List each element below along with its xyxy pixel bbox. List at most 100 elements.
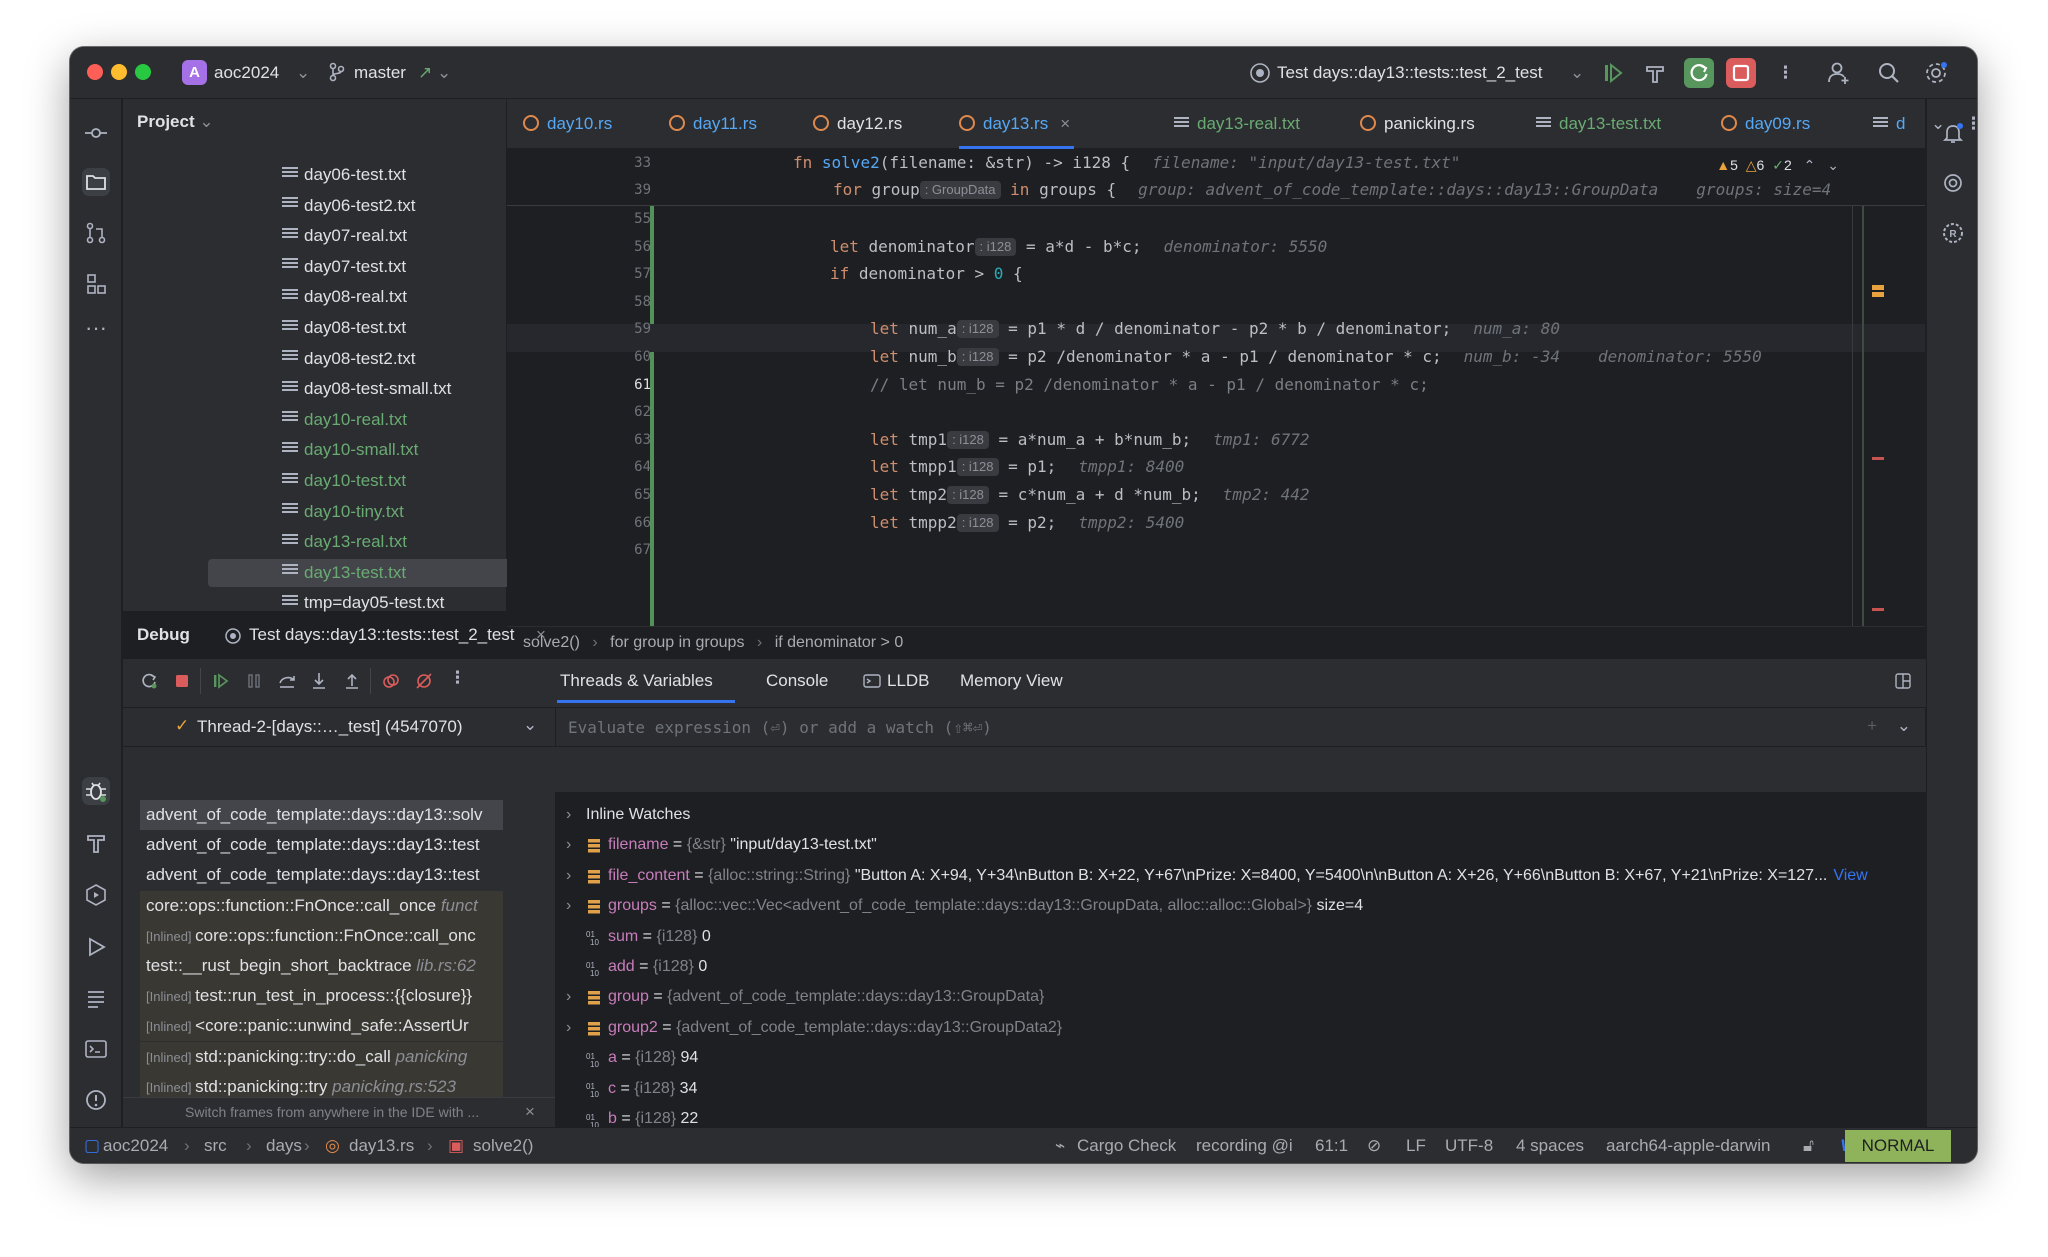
stack-frame[interactable]: test::__rust_begin_short_backtrace lib.r…	[140, 951, 503, 981]
tab-more-icon[interactable]: ⋮	[1965, 99, 1977, 149]
expand-arrow-icon[interactable]: ›	[566, 891, 586, 921]
variable-row[interactable]: › file_content = {alloc::string::String} …	[566, 861, 1868, 891]
tab-day09-rs[interactable]: day09.rs	[1721, 99, 1810, 149]
file-encoding[interactable]: UTF-8	[1445, 1136, 1493, 1156]
view-breakpoints-icon[interactable]	[381, 671, 401, 691]
terminal-icon[interactable]	[82, 1035, 110, 1063]
tab-lldb[interactable]: LLDB	[887, 671, 930, 691]
code-line[interactable]: 62	[507, 400, 1847, 426]
variable-row[interactable]: › group = {advent_of_code_template::days:…	[566, 982, 1044, 1012]
build-icon[interactable]	[82, 829, 110, 857]
indent-setting[interactable]: 4 spaces	[1516, 1136, 1584, 1156]
caret-position[interactable]: 61:1	[1315, 1136, 1348, 1156]
status-path-item[interactable]: days	[266, 1136, 302, 1156]
tab-day11-rs[interactable]: day11.rs	[669, 99, 757, 149]
rerun-icon[interactable]	[139, 671, 159, 691]
breadcrumb-item[interactable]: if denominator > 0	[775, 634, 904, 651]
chevron-down-icon[interactable]: ⌄	[437, 63, 451, 83]
status-path-item[interactable]: src	[204, 1136, 227, 1156]
line-number[interactable]: 56	[607, 239, 651, 255]
project-switcher[interactable]: aoc2024	[214, 63, 279, 83]
code-line[interactable]: 57 if denominator > 0 {	[507, 262, 1847, 288]
breadcrumb-item[interactable]: solve2()	[523, 634, 580, 651]
commit-icon[interactable]	[82, 119, 110, 147]
line-number[interactable]: 57	[607, 266, 651, 282]
variable-row[interactable]: 01 10 a = {i128} 94	[566, 1043, 698, 1073]
stop-icon[interactable]	[172, 671, 192, 691]
status-path-item[interactable]: aoc2024	[103, 1136, 168, 1156]
add-watch-icon[interactable]: +	[1867, 716, 1877, 736]
stack-frame[interactable]: advent_of_code_template::days::day13::so…	[140, 800, 503, 830]
step-into-icon[interactable]	[309, 671, 329, 691]
pause-icon[interactable]	[244, 671, 264, 691]
line-number[interactable]: 65	[607, 487, 651, 503]
tab-day13-real-txt[interactable]: day13-real.txt	[1174, 99, 1300, 149]
services-icon[interactable]	[82, 881, 110, 909]
code-line[interactable]: 63 let tmp1: i128 = a*num_a + b*num_b; tmp…	[507, 428, 1847, 454]
ai-assistant-icon[interactable]	[1939, 169, 1967, 197]
editor-scrollbar-track[interactable]	[1862, 206, 1864, 626]
project-pane-title[interactable]: Project ⌄	[137, 112, 214, 132]
close-tab-icon[interactable]: ×	[1060, 114, 1070, 133]
problems-summary[interactable]: ▲5 △6 ✓2 ⌃ ⌄	[1716, 157, 1839, 174]
debug-panel-title[interactable]: Debug	[137, 625, 190, 645]
code-line[interactable]: 39 for group: GroupData in groups {group:…	[507, 178, 1847, 204]
chevron-down-icon[interactable]: ⌄	[296, 63, 310, 83]
line-number[interactable]: 58	[607, 294, 651, 310]
line-number[interactable]: 39	[607, 182, 651, 198]
code-line[interactable]: 58	[507, 290, 1847, 316]
stop-button[interactable]	[1726, 58, 1756, 88]
target-triple[interactable]: aarch64-apple-darwin	[1606, 1136, 1770, 1156]
evaluate-expression-field[interactable]: Evaluate expression (⏎) or add a watch (…	[555, 707, 1926, 747]
resume-icon[interactable]	[1600, 60, 1626, 86]
chevron-down-icon[interactable]: ⌄	[1897, 716, 1911, 736]
problems-icon[interactable]	[82, 1086, 110, 1114]
run-config-selector[interactable]: Test days::day13::tests::test_2_test	[1277, 63, 1543, 83]
variable-row[interactable]: 01 10 sum = {i128} 0	[566, 922, 711, 952]
status-path-item[interactable]: day13.rs	[349, 1136, 414, 1156]
variable-row[interactable]: › filename = {&str} "input/day13-test.txt…	[566, 830, 877, 860]
project-badge[interactable]: A	[182, 60, 207, 85]
branch-switcher[interactable]: master	[354, 63, 406, 83]
line-number[interactable]: 64	[607, 459, 651, 475]
code-line[interactable]: 55	[507, 207, 1847, 233]
line-number[interactable]: 33	[607, 155, 651, 171]
recording-status[interactable]: recording @i	[1196, 1136, 1293, 1156]
code-line[interactable]: 59 let num_a: i128 = p1 * d / denominator…	[507, 317, 1847, 343]
resume-program-icon[interactable]	[211, 671, 231, 691]
close-hint-icon[interactable]: ×	[525, 1102, 535, 1122]
project-folder-icon[interactable]	[82, 168, 110, 196]
lock-icon[interactable]: 🔓︎	[1803, 1136, 1814, 1156]
settings-gear-icon[interactable]	[1923, 60, 1949, 86]
line-number[interactable]: 61	[607, 377, 651, 393]
minimize-window-button[interactable]	[111, 64, 127, 80]
tab-day13-rs[interactable]: day13.rs ×	[959, 99, 1075, 149]
stack-frame[interactable]: [Inlined] test::run_test_in_process::{{c…	[140, 981, 503, 1012]
tab-panicking-rs[interactable]: panicking.rs	[1360, 99, 1475, 149]
build-hammer-icon[interactable]	[1642, 60, 1668, 86]
tab-day13-test-txt[interactable]: day13-test.txt	[1536, 99, 1661, 149]
stack-frame[interactable]: [Inlined] core::ops::function::FnOnce::c…	[140, 920, 503, 951]
code-line[interactable]: 60 let num_b: i128 = p2 /denominator * a …	[507, 345, 1847, 371]
mute-breakpoints-icon[interactable]	[414, 671, 434, 691]
pull-requests-icon[interactable]	[82, 219, 110, 247]
status-path-item[interactable]: solve2()	[473, 1136, 533, 1156]
todo-icon[interactable]	[82, 984, 110, 1012]
close-window-button[interactable]	[87, 64, 103, 80]
variable-row[interactable]: › group2 = {advent_of_code_template::days…	[566, 1013, 1062, 1043]
code-editor[interactable]: 55 56 let denominator: i128 = a*d - b*c; de…	[507, 150, 1925, 626]
variable-row[interactable]: › groups = {alloc::vec::Vec<advent_of_cod…	[566, 891, 1363, 921]
rust-crates-icon[interactable]: R	[1939, 219, 1967, 247]
inspections-icon[interactable]: ⊘	[1367, 1136, 1381, 1156]
run-icon[interactable]	[82, 933, 110, 961]
expand-arrow-icon[interactable]: ›	[566, 861, 586, 891]
more-icon[interactable]: ⋮	[1777, 63, 1794, 83]
rerun-button[interactable]	[1684, 58, 1714, 88]
code-line[interactable]: 64 let tmpp1: i128 = p1; tmpp1: 8400	[507, 455, 1847, 481]
tab-memory-view[interactable]: Memory View	[960, 671, 1063, 691]
code-line[interactable]: 66 let tmpp2: i128 = p2; tmpp2: 5400	[507, 511, 1847, 537]
step-out-icon[interactable]	[342, 671, 362, 691]
tab-console[interactable]: Console	[766, 671, 828, 691]
expand-arrow-icon[interactable]: ›	[566, 1013, 586, 1043]
debug-bug-icon[interactable]	[82, 777, 110, 805]
